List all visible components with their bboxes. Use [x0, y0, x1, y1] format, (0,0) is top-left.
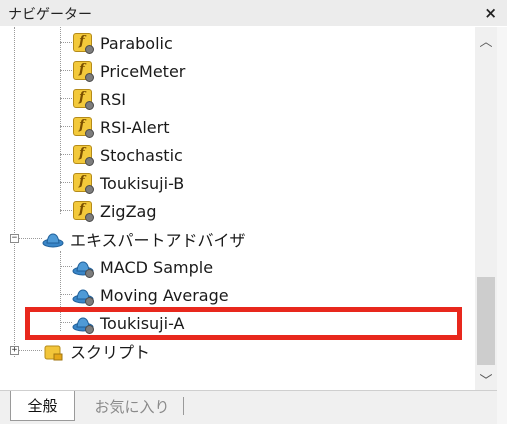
- scrollbar-thumb[interactable]: [477, 277, 495, 365]
- tree-guide-indicators: [60, 27, 61, 214]
- tree-item-pricemeter[interactable]: PriceMeter: [72, 57, 185, 85]
- script-icon: [42, 340, 64, 362]
- tree-item-label: Moving Average: [100, 285, 229, 305]
- tab-divider: [183, 397, 184, 415]
- tree-guide-root: [14, 27, 15, 357]
- tab-general[interactable]: 全般: [10, 391, 75, 421]
- tree-item-toukisuji-b[interactable]: Toukisuji-B: [72, 169, 184, 197]
- tree-folder-scripts[interactable]: スクリプト: [42, 337, 150, 365]
- expert-advisor-icon: [72, 284, 94, 306]
- expert-advisor-icon: [72, 256, 94, 278]
- navigator-tabbar: 全般 お気に入り: [0, 390, 497, 424]
- expand-scripts-icon[interactable]: +: [10, 346, 19, 355]
- tree-folder-label: エキスパートアドバイザ: [70, 231, 246, 250]
- tree-item-label: MACD Sample: [100, 257, 214, 277]
- tree-item-label: Parabolic: [100, 33, 173, 53]
- tree-item-moving-average[interactable]: Moving Average: [72, 281, 229, 309]
- tree-item-label: Stochastic: [100, 145, 183, 165]
- custom-indicator-icon: [72, 88, 94, 110]
- vertical-scrollbar[interactable]: ︿ ﹀: [475, 27, 497, 390]
- scroll-down-icon[interactable]: ﹀: [475, 370, 497, 389]
- window-edge: [497, 27, 507, 424]
- custom-indicator-icon: [72, 32, 94, 54]
- custom-indicator-icon: [72, 144, 94, 166]
- tree-item-label: ZigZag: [100, 201, 157, 221]
- tree-item-zigzag[interactable]: ZigZag: [72, 197, 156, 225]
- tree-item-label: RSI-Alert: [100, 117, 170, 137]
- tree-connector: [60, 182, 72, 183]
- custom-indicator-icon: [72, 200, 94, 222]
- tree-item-rsi-alert[interactable]: RSI-Alert: [72, 113, 170, 141]
- collapse-expert-advisors-icon[interactable]: −: [10, 234, 19, 243]
- tree-item-rsi[interactable]: RSI: [72, 85, 126, 113]
- custom-indicator-icon: [72, 60, 94, 82]
- tree-folder-label: スクリプト: [70, 343, 151, 362]
- window-title: ナビゲーター: [8, 7, 92, 23]
- tree-item-label: RSI: [100, 89, 126, 109]
- navigator-titlebar: ナビゲーター ×: [0, 0, 507, 26]
- tree-folder-expert-advisors[interactable]: エキスパートアドバイザ: [42, 225, 246, 253]
- tree-connector: [60, 294, 72, 295]
- tree-item-parabolic[interactable]: Parabolic: [72, 29, 173, 57]
- custom-indicator-icon: [72, 116, 94, 138]
- scroll-up-icon[interactable]: ︿: [475, 31, 497, 50]
- tree-connector: [60, 126, 72, 127]
- close-icon[interactable]: ×: [484, 4, 497, 22]
- custom-indicator-icon: [72, 172, 94, 194]
- expert-advisor-icon: [42, 228, 64, 250]
- highlight-box: [25, 307, 462, 340]
- tree-connector: [60, 70, 72, 71]
- tree-connector: [60, 42, 72, 43]
- tree-connector: [60, 154, 72, 155]
- tree-item-label: Toukisuji-B: [100, 173, 185, 193]
- tree-item-macd-sample[interactable]: MACD Sample: [72, 253, 213, 281]
- tree-item-stochastic[interactable]: Stochastic: [72, 141, 183, 169]
- tab-favorites[interactable]: お気に入り: [82, 391, 182, 421]
- tree-connector: [60, 266, 72, 267]
- tree-connector: [60, 210, 72, 211]
- tree-item-label: PriceMeter: [100, 61, 186, 81]
- navigator-tree[interactable]: Parabolic PriceMeter RSI RSI-Alert Stoch…: [0, 27, 474, 390]
- tree-connector: [60, 98, 72, 99]
